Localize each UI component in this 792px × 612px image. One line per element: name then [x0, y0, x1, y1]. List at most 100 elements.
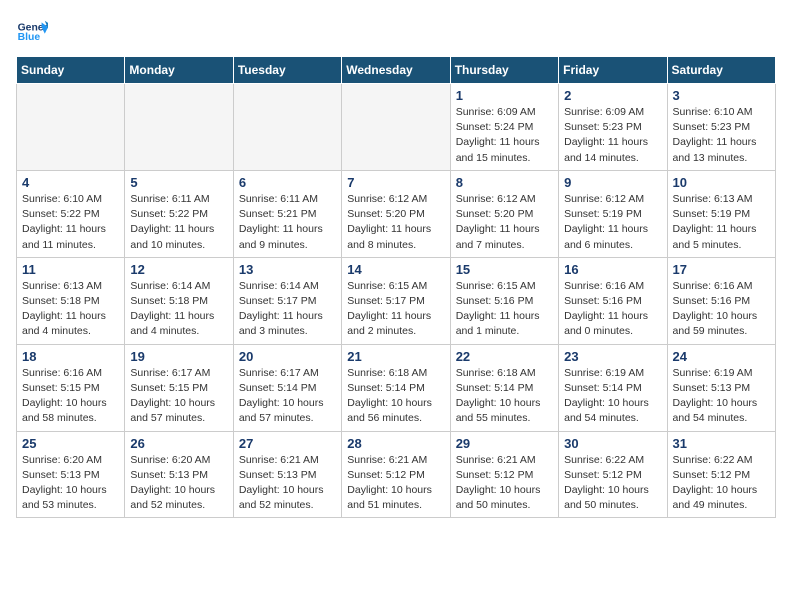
weekday-header: Tuesday: [233, 57, 341, 84]
calendar-cell: 24 Sunrise: 6:19 AMSunset: 5:13 PMDayligh…: [667, 344, 775, 431]
calendar-cell: [342, 84, 450, 171]
day-number: 25: [22, 436, 119, 451]
day-info: Sunrise: 6:11 AMSunset: 5:21 PMDaylight:…: [239, 192, 336, 253]
day-number: 8: [456, 175, 553, 190]
weekday-header: Friday: [559, 57, 667, 84]
day-number: 24: [673, 349, 770, 364]
day-number: 13: [239, 262, 336, 277]
day-number: 19: [130, 349, 227, 364]
calendar-cell: 3 Sunrise: 6:10 AMSunset: 5:23 PMDaylight…: [667, 84, 775, 171]
calendar-week-row: 18 Sunrise: 6:16 AMSunset: 5:15 PMDayligh…: [17, 344, 776, 431]
calendar-cell: 10 Sunrise: 6:13 AMSunset: 5:19 PMDayligh…: [667, 170, 775, 257]
day-number: 2: [564, 88, 661, 103]
day-info: Sunrise: 6:21 AMSunset: 5:12 PMDaylight:…: [456, 453, 553, 514]
day-number: 16: [564, 262, 661, 277]
day-number: 6: [239, 175, 336, 190]
calendar-cell: 18 Sunrise: 6:16 AMSunset: 5:15 PMDayligh…: [17, 344, 125, 431]
weekday-header: Thursday: [450, 57, 558, 84]
calendar-week-row: 1Sunrise: 6:09 AMSunset: 5:24 PMDaylight…: [17, 84, 776, 171]
calendar-cell: [125, 84, 233, 171]
day-info: Sunrise: 6:16 AMSunset: 5:15 PMDaylight:…: [22, 366, 119, 427]
weekday-header: Saturday: [667, 57, 775, 84]
day-number: 27: [239, 436, 336, 451]
day-number: 31: [673, 436, 770, 451]
day-info: Sunrise: 6:14 AMSunset: 5:17 PMDaylight:…: [239, 279, 336, 340]
day-number: 7: [347, 175, 444, 190]
day-info: Sunrise: 6:16 AMSunset: 5:16 PMDaylight:…: [564, 279, 661, 340]
day-number: 29: [456, 436, 553, 451]
calendar-cell: 8Sunrise: 6:12 AMSunset: 5:20 PMDaylight…: [450, 170, 558, 257]
calendar-cell: 14 Sunrise: 6:15 AMSunset: 5:17 PMDayligh…: [342, 257, 450, 344]
calendar-header-row: SundayMondayTuesdayWednesdayThursdayFrid…: [17, 57, 776, 84]
calendar-cell: 9Sunrise: 6:12 AMSunset: 5:19 PMDaylight…: [559, 170, 667, 257]
day-info: Sunrise: 6:20 AMSunset: 5:13 PMDaylight:…: [22, 453, 119, 514]
calendar-cell: 12Sunrise: 6:14 AMSunset: 5:18 PMDayligh…: [125, 257, 233, 344]
calendar-cell: 30Sunrise: 6:22 AMSunset: 5:12 PMDayligh…: [559, 431, 667, 518]
calendar-cell: 17 Sunrise: 6:16 AMSunset: 5:16 PMDayligh…: [667, 257, 775, 344]
svg-text:Blue: Blue: [18, 32, 41, 43]
day-info: Sunrise: 6:15 AMSunset: 5:16 PMDaylight:…: [456, 279, 553, 340]
day-info: Sunrise: 6:13 AMSunset: 5:18 PMDaylight:…: [22, 279, 119, 340]
day-info: Sunrise: 6:10 AMSunset: 5:22 PMDaylight:…: [22, 192, 119, 253]
day-info: Sunrise: 6:16 AMSunset: 5:16 PMDaylight:…: [673, 279, 770, 340]
day-number: 3: [673, 88, 770, 103]
weekday-header: Wednesday: [342, 57, 450, 84]
calendar-week-row: 4 Sunrise: 6:10 AMSunset: 5:22 PMDaylight…: [17, 170, 776, 257]
day-number: 10: [673, 175, 770, 190]
calendar-cell: 1Sunrise: 6:09 AMSunset: 5:24 PMDaylight…: [450, 84, 558, 171]
day-number: 17: [673, 262, 770, 277]
day-number: 20: [239, 349, 336, 364]
calendar-cell: 7 Sunrise: 6:12 AMSunset: 5:20 PMDaylight…: [342, 170, 450, 257]
day-number: 28: [347, 436, 444, 451]
calendar-cell: 11 Sunrise: 6:13 AMSunset: 5:18 PMDayligh…: [17, 257, 125, 344]
day-number: 9: [564, 175, 661, 190]
calendar-cell: 19 Sunrise: 6:17 AMSunset: 5:15 PMDayligh…: [125, 344, 233, 431]
calendar-cell: [17, 84, 125, 171]
calendar-cell: 13 Sunrise: 6:14 AMSunset: 5:17 PMDayligh…: [233, 257, 341, 344]
day-number: 18: [22, 349, 119, 364]
calendar-cell: 6 Sunrise: 6:11 AMSunset: 5:21 PMDaylight…: [233, 170, 341, 257]
page-header: General Blue: [16, 16, 776, 48]
calendar-cell: 22 Sunrise: 6:18 AMSunset: 5:14 PMDayligh…: [450, 344, 558, 431]
day-number: 1: [456, 88, 553, 103]
day-info: Sunrise: 6:18 AMSunset: 5:14 PMDaylight:…: [347, 366, 444, 427]
day-info: Sunrise: 6:19 AMSunset: 5:14 PMDaylight:…: [564, 366, 661, 427]
calendar-week-row: 25 Sunrise: 6:20 AMSunset: 5:13 PMDayligh…: [17, 431, 776, 518]
day-info: Sunrise: 6:18 AMSunset: 5:14 PMDaylight:…: [456, 366, 553, 427]
day-number: 26: [130, 436, 227, 451]
day-info: Sunrise: 6:17 AMSunset: 5:14 PMDaylight:…: [239, 366, 336, 427]
calendar-cell: 31 Sunrise: 6:22 AMSunset: 5:12 PMDayligh…: [667, 431, 775, 518]
weekday-header: Monday: [125, 57, 233, 84]
day-number: 30: [564, 436, 661, 451]
calendar-cell: 29 Sunrise: 6:21 AMSunset: 5:12 PMDayligh…: [450, 431, 558, 518]
calendar-cell: 2 Sunrise: 6:09 AMSunset: 5:23 PMDaylight…: [559, 84, 667, 171]
day-info: Sunrise: 6:20 AMSunset: 5:13 PMDaylight:…: [130, 453, 227, 514]
day-info: Sunrise: 6:22 AMSunset: 5:12 PMDaylight:…: [673, 453, 770, 514]
day-number: 4: [22, 175, 119, 190]
calendar-cell: 4 Sunrise: 6:10 AMSunset: 5:22 PMDaylight…: [17, 170, 125, 257]
calendar-cell: 20 Sunrise: 6:17 AMSunset: 5:14 PMDayligh…: [233, 344, 341, 431]
day-number: 22: [456, 349, 553, 364]
day-number: 23: [564, 349, 661, 364]
calendar-week-row: 11 Sunrise: 6:13 AMSunset: 5:18 PMDayligh…: [17, 257, 776, 344]
day-info: Sunrise: 6:13 AMSunset: 5:19 PMDaylight:…: [673, 192, 770, 253]
logo: General Blue: [16, 16, 52, 48]
day-info: Sunrise: 6:19 AMSunset: 5:13 PMDaylight:…: [673, 366, 770, 427]
day-info: Sunrise: 6:17 AMSunset: 5:15 PMDaylight:…: [130, 366, 227, 427]
day-info: Sunrise: 6:09 AMSunset: 5:23 PMDaylight:…: [564, 105, 661, 166]
calendar-cell: 15Sunrise: 6:15 AMSunset: 5:16 PMDayligh…: [450, 257, 558, 344]
day-info: Sunrise: 6:12 AMSunset: 5:20 PMDaylight:…: [347, 192, 444, 253]
calendar-cell: 23 Sunrise: 6:19 AMSunset: 5:14 PMDayligh…: [559, 344, 667, 431]
day-number: 21: [347, 349, 444, 364]
calendar-cell: 21 Sunrise: 6:18 AMSunset: 5:14 PMDayligh…: [342, 344, 450, 431]
weekday-header: Sunday: [17, 57, 125, 84]
day-number: 14: [347, 262, 444, 277]
calendar-table: SundayMondayTuesdayWednesdayThursdayFrid…: [16, 56, 776, 518]
day-number: 5: [130, 175, 227, 190]
calendar-cell: 26 Sunrise: 6:20 AMSunset: 5:13 PMDayligh…: [125, 431, 233, 518]
day-info: Sunrise: 6:21 AMSunset: 5:12 PMDaylight:…: [347, 453, 444, 514]
day-info: Sunrise: 6:15 AMSunset: 5:17 PMDaylight:…: [347, 279, 444, 340]
day-number: 11: [22, 262, 119, 277]
day-info: Sunrise: 6:10 AMSunset: 5:23 PMDaylight:…: [673, 105, 770, 166]
calendar-cell: [233, 84, 341, 171]
